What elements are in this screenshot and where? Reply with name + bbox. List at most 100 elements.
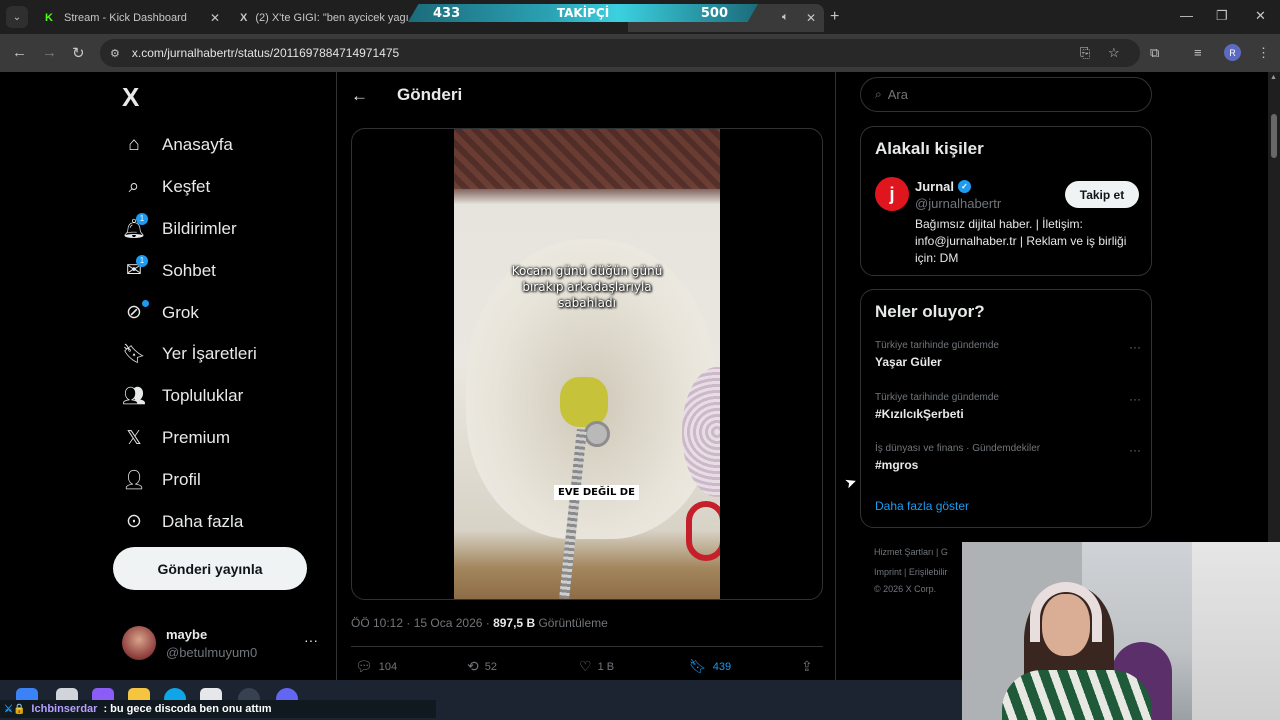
minimize-icon[interactable]: — (1180, 8, 1193, 23)
nav-item-explore[interactable]: ⌕ Keşfet (122, 166, 257, 208)
post-button[interactable]: Gönderi yayınla (113, 547, 307, 590)
profile-icon: 👤︎ (121, 470, 147, 492)
tab-x-post[interactable]: X (2) X'te GIGI: "ben aycicek yagı (230, 4, 410, 32)
user-name[interactable]: Jurnal ✓ (915, 179, 972, 194)
nav-item-messages[interactable]: ✉ 1 Sohbet (122, 250, 257, 292)
video-scene-cloth (560, 377, 608, 427)
home-icon: ⌂ (128, 133, 140, 155)
nav-label: Daha fazla (162, 511, 244, 531)
repost-count: 52 (484, 660, 497, 673)
chat-message: : bu gece discoda ben onu attım (103, 703, 272, 715)
back-arrow-icon[interactable]: ← (351, 86, 368, 106)
nav-item-premium[interactable]: 𝕏 Premium (122, 417, 257, 459)
video-player[interactable]: Kocam günü düğün günü bırakıp arkadaşları… (454, 129, 720, 599)
reload-icon[interactable]: ↻ (72, 44, 85, 62)
webcam-overlay (962, 542, 1280, 720)
install-app-icon[interactable]: ⎘ (1080, 45, 1090, 61)
nav-label: Grok (162, 302, 199, 322)
post-column: ← Gönderi Kocam günü düğün günü bırakıp a… (336, 72, 836, 680)
follower-label: TAKİPÇİ (556, 6, 610, 20)
bookmark-button[interactable]: 🔖︎ 439 (689, 658, 731, 675)
user-name-text: Jurnal (915, 179, 955, 194)
more-circle-icon: ⊙ (126, 511, 142, 533)
scroll-thumb[interactable] (1271, 114, 1277, 158)
x-home-logo[interactable]: X (122, 82, 139, 113)
close-tab-icon[interactable]: ✕ (210, 11, 220, 25)
show-more-link[interactable]: Daha fazla göster (875, 499, 969, 513)
nav-item-profile[interactable]: 👤︎ Profil (122, 459, 257, 501)
bookmark-star-icon[interactable]: ☆ (1108, 45, 1120, 61)
maximize-icon[interactable]: ❐ (1216, 8, 1228, 24)
reply-button[interactable]: 💬︎ 104 (355, 658, 397, 675)
profile-avatar[interactable]: R (1224, 44, 1241, 61)
more-dots-icon[interactable]: ··· (304, 632, 318, 648)
tab-search-chevron-icon[interactable]: ⌄ (6, 6, 28, 28)
bookmark-icon: 🔖︎ (121, 344, 147, 366)
avatar (122, 626, 156, 660)
new-tab-icon[interactable]: + (830, 8, 839, 26)
trend-item[interactable]: Türkiye tarihinde gündemde Yaşar Güler ·… (875, 340, 1141, 369)
more-dots-icon[interactable]: ··· (1129, 392, 1141, 406)
nav-label: Sohbet (162, 260, 216, 280)
speaker-icon[interactable]: 🔈︎ (782, 11, 789, 24)
footer-links[interactable]: Imprint | Erişilebilir (874, 567, 947, 577)
like-button[interactable]: ♡ 1 B (579, 658, 614, 675)
nav-item-bookmarks[interactable]: 🔖︎ Yer İşaretleri (122, 333, 257, 375)
account-switcher[interactable]: maybe @betulmuyum0 ··· (122, 624, 322, 664)
video-caption-bottom: EVE DEĞİL DE (554, 485, 639, 500)
video-scene-rug (454, 129, 720, 189)
repost-icon: ⟲ (467, 658, 479, 674)
avatar[interactable]: j (875, 177, 909, 211)
nav-item-home[interactable]: ⌂ Anasayfa (122, 124, 257, 166)
post-timestamp[interactable]: ÖÖ 10:12 · 15 Oca 2026 · (351, 616, 493, 630)
footer-copyright: © 2026 X Corp. (874, 584, 937, 594)
footer-links[interactable]: Hizmet Şartları | G (874, 547, 948, 557)
forward-arrow-icon[interactable]: → (42, 44, 57, 61)
back-arrow-icon[interactable]: ← (12, 44, 27, 61)
nav-item-notifications[interactable]: 🔔︎ 1 Bildirimler (122, 208, 257, 250)
trend-context: Türkiye tarihinde gündemde (875, 340, 999, 351)
video-scene-drain (584, 421, 610, 447)
trend-item[interactable]: İş dünyası ve finans · Gündemdekiler #mg… (875, 443, 1141, 472)
browser-tab-bar: ⌄ K Stream - Kick Dashboard ✕ X (2) X'te… (0, 0, 1280, 34)
nav-item-communities[interactable]: 👥︎ Topluluklar (122, 375, 257, 417)
trend-context: Türkiye tarihinde gündemde (875, 392, 999, 403)
webcam-shelf (1192, 542, 1280, 720)
x-logo-icon: X (240, 12, 248, 24)
follow-button[interactable]: Takip et (1065, 181, 1139, 208)
more-dots-icon[interactable]: ··· (1129, 443, 1141, 457)
nav-item-grok[interactable]: ⊘ Grok (122, 292, 257, 334)
more-dots-icon[interactable]: ··· (1129, 340, 1141, 354)
nav-item-more[interactable]: ⊙ Daha fazla (122, 501, 257, 543)
nav-label: Topluluklar (162, 386, 244, 406)
url-field[interactable]: ⚙ x.com/jurnalhabertr/status/20116978847… (100, 39, 1140, 67)
post-meta: ÖÖ 10:12 · 15 Oca 2026 · 897,5 B Görüntü… (351, 616, 608, 630)
close-window-icon[interactable]: ✕ (1255, 8, 1266, 24)
card-title: Alakalı kişiler (875, 139, 984, 158)
like-count: 1 B (597, 660, 615, 673)
trend-context: İş dünyası ve finans · Gündemdekiler (875, 443, 1041, 454)
primary-nav: ⌂ Anasayfa ⌕ Keşfet 🔔︎ 1 Bildirimler ✉ 1 Sohbe… (122, 124, 257, 543)
post-media[interactable]: Kocam günü düğün günü bırakıp arkadaşları… (351, 128, 823, 600)
video-scene-red-object (686, 501, 720, 561)
site-info-icon[interactable]: ⚙ (110, 47, 120, 60)
extensions-icon[interactable]: ⧉ (1150, 45, 1159, 61)
close-tab-icon[interactable]: ✕ (806, 11, 816, 25)
tab-title: (2) X'te GIGI: "ben aycicek yagı (255, 12, 409, 24)
chat-badge-icon: ⚔🔒 (4, 703, 26, 715)
card-title: Neler oluyor? (875, 302, 985, 321)
divider (351, 646, 823, 647)
scroll-up-icon[interactable]: ▲ (1270, 74, 1277, 81)
nav-label: Yer İşaretleri (162, 344, 257, 364)
media-controls-icon[interactable]: ≡ (1194, 45, 1202, 60)
user-bio: Bağımsız dijital haber. | İletişim: info… (915, 217, 1127, 265)
search-input[interactable]: ⌕ Ara (860, 77, 1152, 112)
repost-button[interactable]: ⟲ 52 (467, 658, 497, 675)
share-button[interactable]: ⇪ (801, 658, 813, 675)
page-title: Gönderi (397, 85, 463, 104)
user-handle[interactable]: @jurnalhabertr (915, 196, 1001, 211)
trend-item[interactable]: Türkiye tarihinde gündemde #KızılcıkŞerb… (875, 392, 1141, 421)
search-icon: ⌕ (875, 87, 882, 101)
tab-kick-dashboard[interactable]: K Stream - Kick Dashboard ✕ (32, 4, 228, 32)
menu-kebab-icon[interactable]: ⋮ (1257, 45, 1270, 61)
